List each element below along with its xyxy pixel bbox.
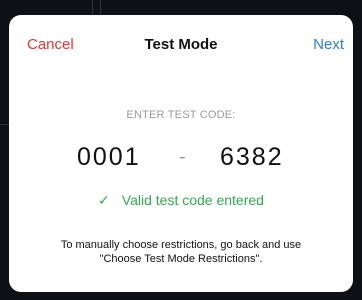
test-code-part-1[interactable]: 0001: [77, 143, 141, 172]
validation-status: ✓ Valid test code entered: [9, 192, 353, 209]
checkmark-icon: ✓: [98, 192, 110, 208]
next-button[interactable]: Next: [313, 36, 344, 53]
test-code-label: ENTER TEST CODE:: [126, 109, 236, 121]
test-code-field[interactable]: 0001 - 6382: [9, 143, 353, 175]
test-code-part-2[interactable]: 6382: [220, 143, 284, 172]
test-mode-dialog: Cancel Test Mode Next ENTER TEST CODE: 0…: [9, 15, 353, 292]
restrictions-note-line-2: "Choose Test Mode Restrictions".: [99, 253, 263, 265]
dialog-nav-bar: Cancel Test Mode Next: [9, 15, 353, 71]
dialog-title: Test Mode: [144, 36, 218, 53]
test-code-separator: -: [179, 146, 186, 168]
background-divider: [100, 0, 101, 15]
background-divider: [0, 124, 9, 125]
background-divider: [92, 0, 93, 15]
restrictions-note: To manually choose restrictions, go back…: [23, 238, 339, 266]
restrictions-note-line-1: To manually choose restrictions, go back…: [60, 239, 302, 251]
validation-message: Valid test code entered: [121, 192, 264, 208]
